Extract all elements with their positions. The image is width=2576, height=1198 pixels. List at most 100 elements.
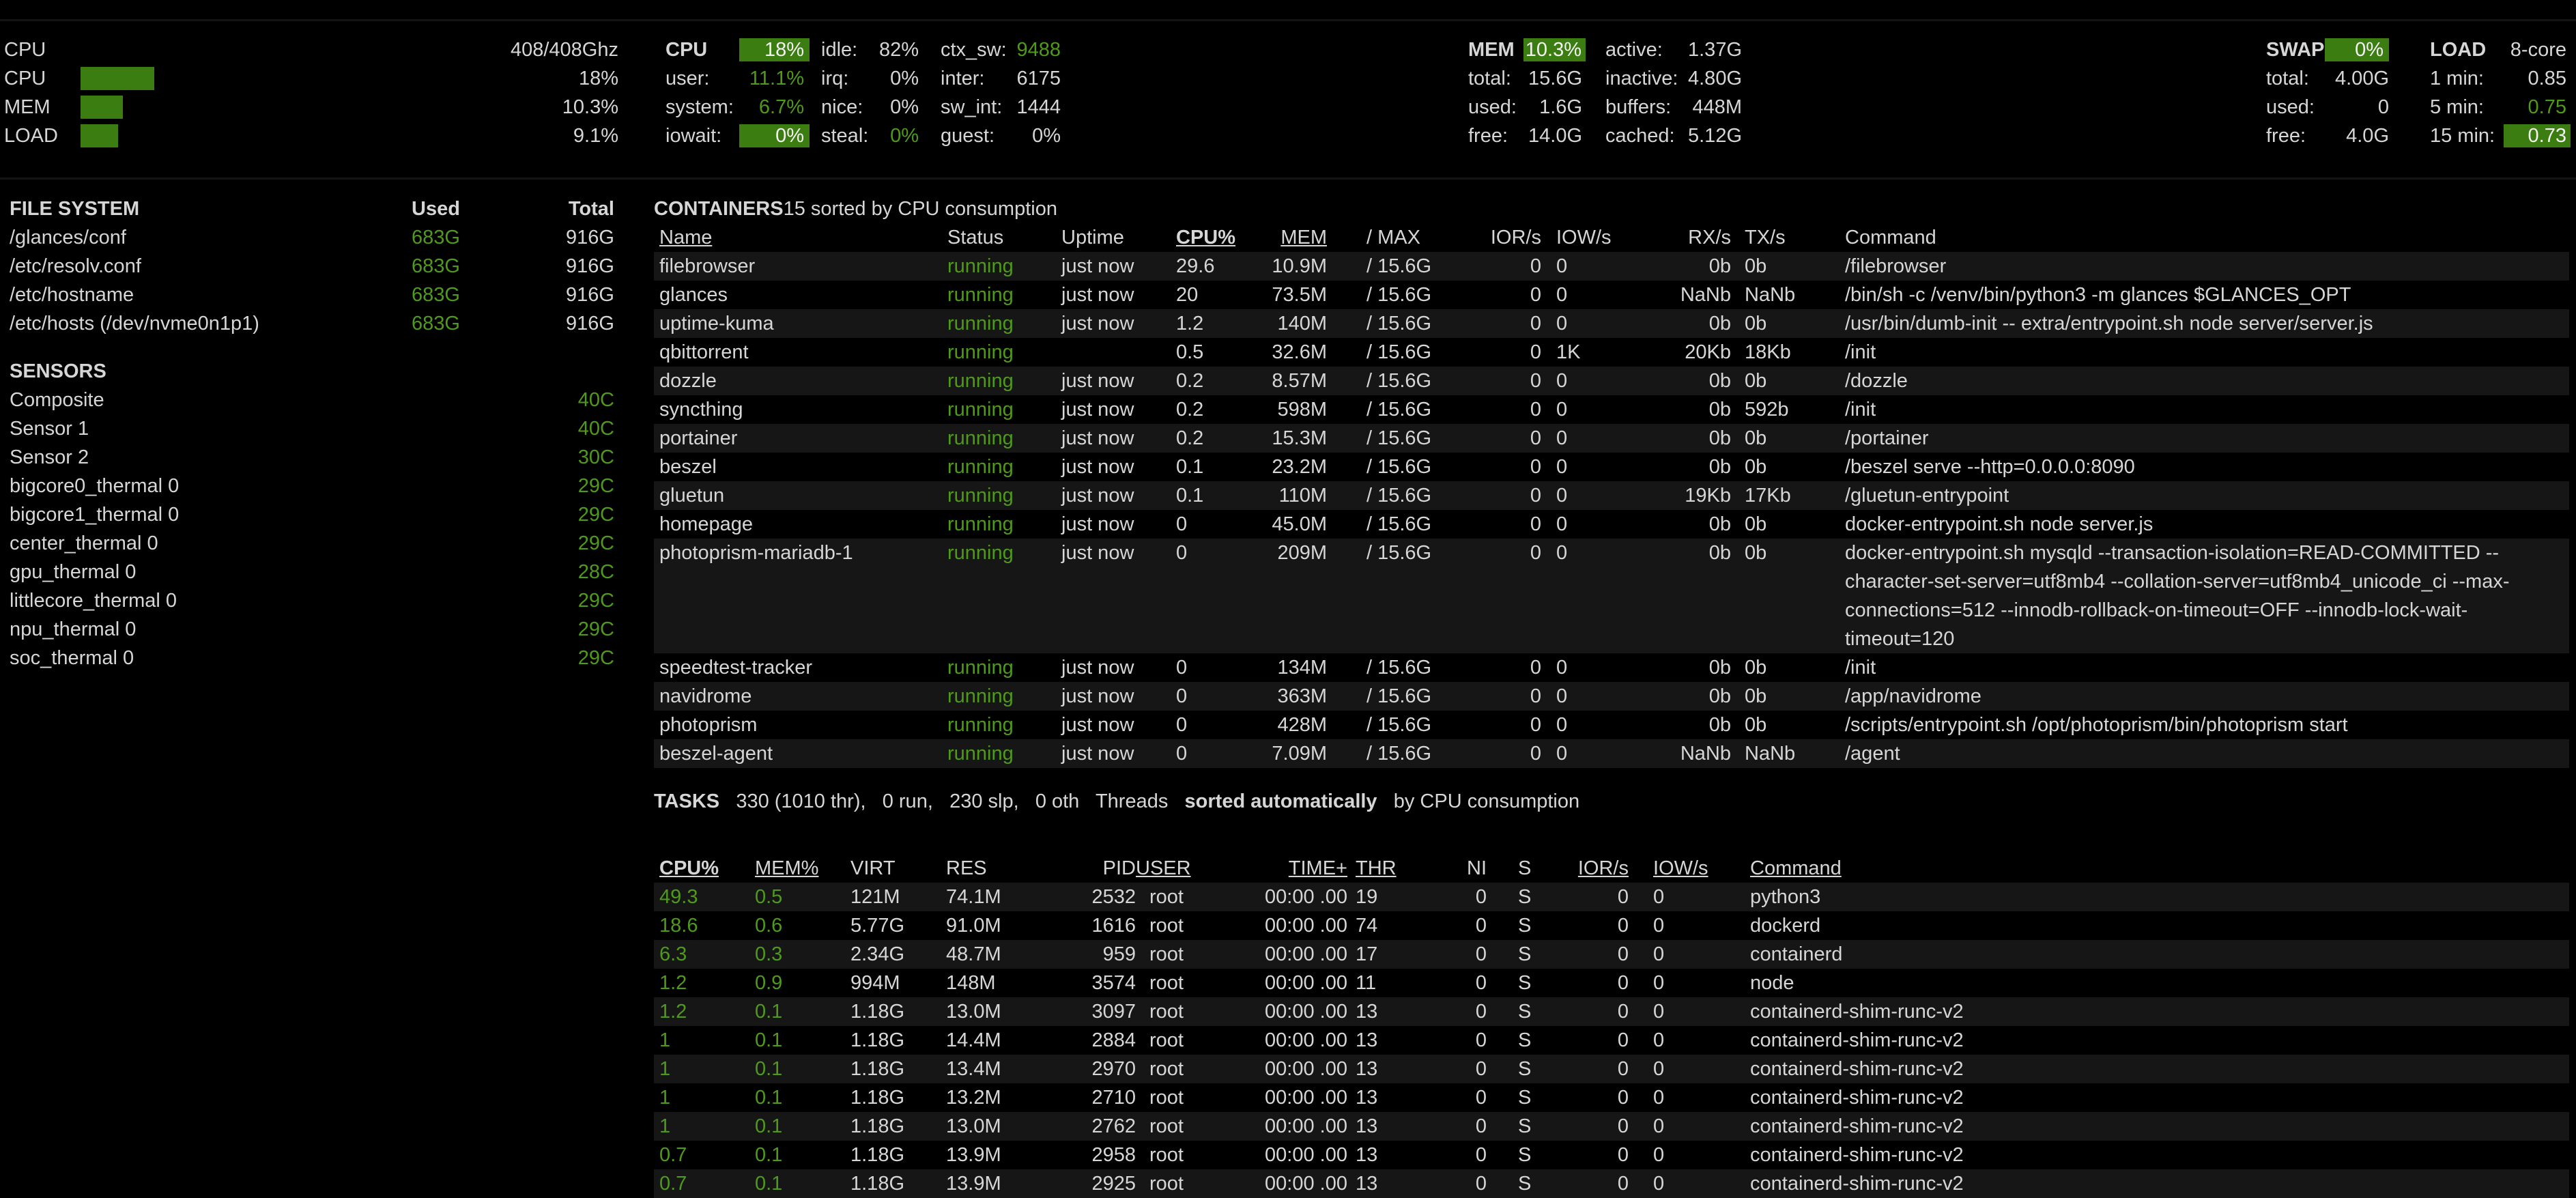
process-row[interactable]: 1 0.1 1.18G 13.4M 2970 root 00:00 .00 13 0 S 0 0 con… (654, 1055, 2569, 1083)
process-pid: 959 (1102, 943, 1136, 965)
process-row[interactable]: 1.2 0.9 994M 148M 3574 root 00:00 .00 11 0 S 0 0 nod… (654, 969, 2569, 997)
filesystem-total: 916G (566, 227, 614, 248)
process-time: 00:00 .00 (1265, 915, 1347, 937)
process-header-thr[interactable]: THR (1356, 854, 1397, 883)
quicklook-bar-value: 18% (578, 68, 618, 89)
container-name: speedtest-tracker (659, 657, 813, 679)
process-header-iow[interactable]: IOW/s (1653, 854, 1708, 883)
container-max: / 15.6G (1366, 370, 1432, 392)
container-row[interactable]: photoprism-mariadb-1 running just now 0 209M… (654, 539, 2569, 653)
process-iow: 0 (1653, 1115, 1665, 1137)
process-thr: 17 (1356, 943, 1378, 965)
process-header-cpu[interactable]: CPU% (659, 854, 719, 883)
container-status: running (947, 714, 1014, 736)
load-1min-label: 1 min: (2430, 68, 2484, 89)
process-res: 14.4M (946, 1029, 1001, 1051)
process-header-mem[interactable]: MEM% (755, 854, 818, 883)
sensor-value: 29C (577, 532, 614, 554)
container-row[interactable]: dozzle running just now 0.2 8.57M / 15.6G 0 0 0b… (654, 367, 2569, 395)
filesystem-used: 683G (412, 313, 460, 334)
container-row[interactable]: uptime-kuma running just now 1.2 140M / 15.6G… (654, 309, 2569, 338)
process-row[interactable]: 0.7 0.1 1.18G 13.9M 2925 root 00:00 .00 13 0 S 0 0 c… (654, 1169, 2569, 1198)
container-row[interactable]: beszel-agent running just now 0 7.09M / 15.6G… (654, 739, 2569, 768)
filesystem-mount: /glances/conf (10, 227, 126, 248)
process-header-res[interactable]: RES (946, 854, 987, 883)
containers-header-tx[interactable]: TX/s (1745, 223, 1786, 252)
container-row[interactable]: navidrome running just now 0 363M/ 15.6G 0 0 0b… (654, 682, 2569, 711)
process-row[interactable]: 1 0.1 1.18G 13.0M 2762 root 00:00 .00 13 0 S 0 0 con… (654, 1112, 2569, 1141)
container-row[interactable]: syncthing running just now 0.2 598M/ 15.6G 0 0… (654, 395, 2569, 424)
sensor-value: 30C (577, 446, 614, 468)
process-res: 13.9M (946, 1173, 1001, 1195)
container-row[interactable]: speedtest-tracker running just now 0 134M / 1… (654, 653, 2569, 682)
container-row[interactable]: qbittorrent running 0.5 32.6M / 15.6G 0 1K 20Kb… (654, 338, 2569, 367)
container-name: beszel-agent (659, 743, 773, 765)
container-row[interactable]: beszel running just now 0.1 23.2M / 15.6G 0 0 0b… (654, 453, 2569, 481)
containers-sort-text: sorted by CPU consumption (810, 198, 1057, 220)
process-header-pid[interactable]: PID (1050, 854, 1136, 883)
containers-header-mem[interactable]: MEM (1248, 223, 1327, 252)
containers-header-uptime[interactable]: Uptime (1061, 223, 1124, 252)
process-user: root (1149, 915, 1184, 937)
process-row[interactable]: 18.6 0.6 5.77G 91.0M 1616 root 00:00 .00 74 0 S 0 0… (654, 911, 2569, 940)
container-cpu: 0.2 (1176, 399, 1204, 420)
container-row[interactable]: homepage running just now 0 45.0M/ 15.6G 0 0 0b… (654, 510, 2569, 539)
swap-free-value: 4.0G (2346, 125, 2389, 147)
containers-header-name[interactable]: Name (659, 223, 712, 252)
containers-header-rx[interactable]: RX/s (1657, 223, 1731, 252)
container-ior: 0 (1530, 341, 1541, 363)
process-mem: 0.1 (755, 1115, 783, 1137)
process-header-virt[interactable]: VIRT (850, 854, 896, 883)
container-row[interactable]: portainer running just now 0.2 15.3M / 15.6G 0… (654, 424, 2569, 453)
filesystem-used: 683G (412, 284, 460, 306)
process-row[interactable]: 1 0.1 1.18G 13.2M 2710 root 00:00 .00 13 0 S 0 0 con… (654, 1083, 2569, 1112)
mem-cached-value: 5.12G (1688, 125, 1742, 147)
containers-header-ior[interactable]: IOR/s (1466, 223, 1541, 252)
containers-header-iow[interactable]: IOW/s (1556, 223, 1612, 252)
container-mem: 32.6M (1272, 341, 1327, 363)
container-mem: 134M (1277, 657, 1327, 679)
container-iow: 0 (1556, 542, 1568, 564)
process-row[interactable]: 1 0.1 1.18G 14.4M 2884 root 00:00 .00 13 0 S 0 0 con… (654, 1026, 2569, 1055)
container-command: /init (1845, 657, 1876, 679)
process-mem: 0.1 (755, 1144, 783, 1166)
container-name: photoprism-mariadb-1 (659, 542, 853, 564)
containers-header-row: Name Status Uptime CPU% MEM / MAX IOR/s … (654, 223, 2569, 252)
containers-header-cpu[interactable]: CPU% (1176, 223, 1235, 252)
container-row[interactable]: glances running just now 20 73.5M / 15.6G 0 0 Na… (654, 281, 2569, 309)
process-header-ni[interactable]: NI (1432, 854, 1487, 883)
container-row[interactable]: photoprism running just now 0 428M/ 15.6G 0 0 0… (654, 711, 2569, 739)
process-virt: 1.18G (850, 1115, 904, 1137)
process-row[interactable]: 49.3 0.5 121M 74.1M 2532 root 00:00 .00 19 0 S 0 0 p… (654, 883, 2569, 911)
cpu-steal-label: steal: (821, 125, 869, 147)
container-command: /gluetun-entrypoint (1845, 485, 2009, 507)
container-tx: 0b (1745, 513, 1767, 535)
process-header-ior[interactable]: IOR/s (1569, 854, 1629, 883)
process-state: S (1518, 1144, 1532, 1166)
process-header-command[interactable]: Command (1750, 854, 1842, 883)
cpu-ctxsw-label: ctx_sw: (941, 39, 1007, 61)
filesystem-title: FILE SYSTEM (10, 198, 140, 220)
process-header-s[interactable]: S (1518, 854, 1531, 883)
swap-total-value: 4.00G (2335, 68, 2389, 89)
process-thr: 13 (1356, 1029, 1378, 1051)
process-row[interactable]: 6.3 0.3 2.34G 48.7M 959 root 00:00 .00 17 0 S 0 0 co… (654, 940, 2569, 969)
process-virt: 1.18G (850, 1144, 904, 1166)
process-header-time[interactable]: TIME+ (1241, 854, 1347, 883)
sensor-value: 29C (577, 647, 614, 669)
process-row[interactable]: 1.2 0.1 1.18G 13.0M 3097 root 00:00 .00 13 0 S 0 0 c… (654, 997, 2569, 1026)
load-15min-label: 15 min: (2430, 125, 2495, 147)
container-status: running (947, 485, 1014, 507)
quicklook-cpu-freq: 408/408Ghz (510, 39, 618, 61)
filesystem-used: 683G (412, 255, 460, 277)
containers-header-command[interactable]: Command (1845, 223, 1936, 252)
process-row[interactable]: 0.7 0.1 1.18G 13.9M 2958 root 00:00 .00 13 0 S 0 0 c… (654, 1141, 2569, 1169)
filesystem-mount: /etc/hosts (/dev/nvme0n1p1) (10, 313, 259, 334)
container-row[interactable]: filebrowser running just now 29.6 10.9M / 15.… (654, 252, 2569, 281)
container-ior: 0 (1530, 714, 1541, 736)
container-row[interactable]: gluetun running just now 0.1 110M / 15.6G 0 0 19… (654, 481, 2569, 510)
cpu-system-label: system: (666, 96, 734, 118)
containers-header-status[interactable]: Status (947, 223, 1003, 252)
process-header-user[interactable]: USER (1136, 854, 1191, 883)
process-user: root (1149, 1115, 1184, 1137)
